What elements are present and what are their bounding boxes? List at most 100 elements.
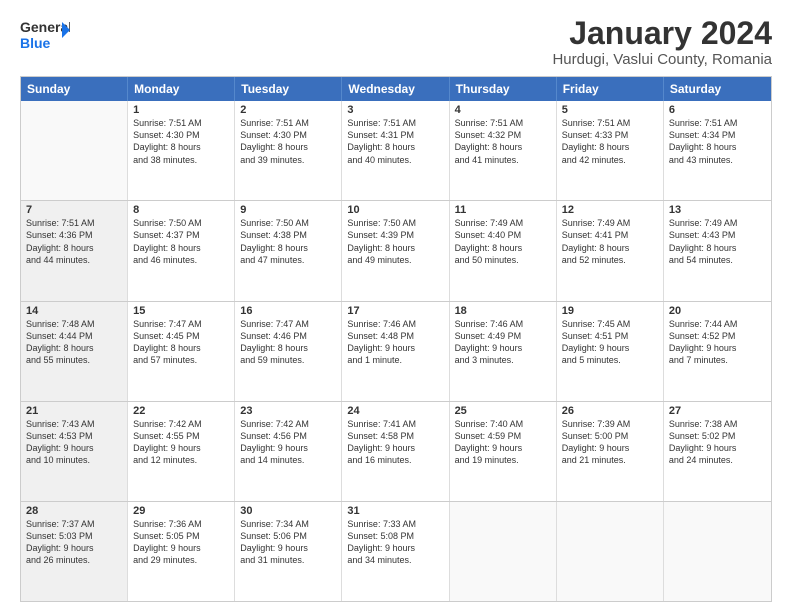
calendar-cell: 10Sunrise: 7:50 AMSunset: 4:39 PMDayligh… <box>342 201 449 300</box>
calendar-header-cell: Sunday <box>21 77 128 101</box>
calendar-cell: 24Sunrise: 7:41 AMSunset: 4:58 PMDayligh… <box>342 402 449 501</box>
calendar-cell: 21Sunrise: 7:43 AMSunset: 4:53 PMDayligh… <box>21 402 128 501</box>
cell-content: Sunrise: 7:49 AMSunset: 4:41 PMDaylight:… <box>562 217 658 266</box>
cell-content: Sunrise: 7:50 AMSunset: 4:39 PMDaylight:… <box>347 217 443 266</box>
calendar-header-cell: Tuesday <box>235 77 342 101</box>
day-number: 19 <box>562 305 658 317</box>
header: General Blue January 2024 Hurdugi, Vaslu… <box>20 16 772 68</box>
cell-content: Sunrise: 7:47 AMSunset: 4:46 PMDaylight:… <box>240 318 336 367</box>
day-number: 6 <box>669 104 766 116</box>
day-number: 18 <box>455 305 551 317</box>
day-number: 10 <box>347 204 443 216</box>
calendar-cell: 14Sunrise: 7:48 AMSunset: 4:44 PMDayligh… <box>21 302 128 401</box>
cell-content: Sunrise: 7:36 AMSunset: 5:05 PMDaylight:… <box>133 518 229 567</box>
calendar-cell <box>557 502 664 601</box>
calendar-cell: 6Sunrise: 7:51 AMSunset: 4:34 PMDaylight… <box>664 101 771 200</box>
day-number: 31 <box>347 505 443 517</box>
calendar-cell: 7Sunrise: 7:51 AMSunset: 4:36 PMDaylight… <box>21 201 128 300</box>
calendar-cell: 28Sunrise: 7:37 AMSunset: 5:03 PMDayligh… <box>21 502 128 601</box>
calendar-cell <box>450 502 557 601</box>
calendar-row: 1Sunrise: 7:51 AMSunset: 4:30 PMDaylight… <box>21 101 771 200</box>
calendar-cell: 13Sunrise: 7:49 AMSunset: 4:43 PMDayligh… <box>664 201 771 300</box>
cell-content: Sunrise: 7:42 AMSunset: 4:56 PMDaylight:… <box>240 418 336 467</box>
day-number: 5 <box>562 104 658 116</box>
cell-content: Sunrise: 7:44 AMSunset: 4:52 PMDaylight:… <box>669 318 766 367</box>
calendar-cell: 5Sunrise: 7:51 AMSunset: 4:33 PMDaylight… <box>557 101 664 200</box>
calendar-header-cell: Wednesday <box>342 77 449 101</box>
cell-content: Sunrise: 7:43 AMSunset: 4:53 PMDaylight:… <box>26 418 122 467</box>
main-title: January 2024 <box>552 16 772 51</box>
cell-content: Sunrise: 7:40 AMSunset: 4:59 PMDaylight:… <box>455 418 551 467</box>
day-number: 11 <box>455 204 551 216</box>
calendar-cell: 11Sunrise: 7:49 AMSunset: 4:40 PMDayligh… <box>450 201 557 300</box>
svg-text:Blue: Blue <box>20 35 51 51</box>
cell-content: Sunrise: 7:41 AMSunset: 4:58 PMDaylight:… <box>347 418 443 467</box>
day-number: 3 <box>347 104 443 116</box>
calendar-cell: 3Sunrise: 7:51 AMSunset: 4:31 PMDaylight… <box>342 101 449 200</box>
page: General Blue January 2024 Hurdugi, Vaslu… <box>0 0 792 612</box>
cell-content: Sunrise: 7:51 AMSunset: 4:36 PMDaylight:… <box>26 217 122 266</box>
calendar-cell: 4Sunrise: 7:51 AMSunset: 4:32 PMDaylight… <box>450 101 557 200</box>
day-number: 28 <box>26 505 122 517</box>
day-number: 7 <box>26 204 122 216</box>
calendar-cell: 30Sunrise: 7:34 AMSunset: 5:06 PMDayligh… <box>235 502 342 601</box>
cell-content: Sunrise: 7:46 AMSunset: 4:49 PMDaylight:… <box>455 318 551 367</box>
day-number: 16 <box>240 305 336 317</box>
cell-content: Sunrise: 7:45 AMSunset: 4:51 PMDaylight:… <box>562 318 658 367</box>
day-number: 27 <box>669 405 766 417</box>
cell-content: Sunrise: 7:39 AMSunset: 5:00 PMDaylight:… <box>562 418 658 467</box>
day-number: 29 <box>133 505 229 517</box>
calendar-cell <box>21 101 128 200</box>
day-number: 22 <box>133 405 229 417</box>
calendar-header-cell: Thursday <box>450 77 557 101</box>
cell-content: Sunrise: 7:42 AMSunset: 4:55 PMDaylight:… <box>133 418 229 467</box>
title-block: January 2024 Hurdugi, Vaslui County, Rom… <box>552 16 772 68</box>
calendar-cell: 2Sunrise: 7:51 AMSunset: 4:30 PMDaylight… <box>235 101 342 200</box>
calendar-cell: 27Sunrise: 7:38 AMSunset: 5:02 PMDayligh… <box>664 402 771 501</box>
day-number: 15 <box>133 305 229 317</box>
day-number: 4 <box>455 104 551 116</box>
logo-svg: General Blue <box>20 16 70 58</box>
cell-content: Sunrise: 7:50 AMSunset: 4:38 PMDaylight:… <box>240 217 336 266</box>
calendar-row: 28Sunrise: 7:37 AMSunset: 5:03 PMDayligh… <box>21 501 771 601</box>
calendar-cell: 22Sunrise: 7:42 AMSunset: 4:55 PMDayligh… <box>128 402 235 501</box>
calendar-cell: 16Sunrise: 7:47 AMSunset: 4:46 PMDayligh… <box>235 302 342 401</box>
calendar-cell: 31Sunrise: 7:33 AMSunset: 5:08 PMDayligh… <box>342 502 449 601</box>
day-number: 30 <box>240 505 336 517</box>
day-number: 1 <box>133 104 229 116</box>
cell-content: Sunrise: 7:33 AMSunset: 5:08 PMDaylight:… <box>347 518 443 567</box>
day-number: 9 <box>240 204 336 216</box>
cell-content: Sunrise: 7:49 AMSunset: 4:40 PMDaylight:… <box>455 217 551 266</box>
day-number: 21 <box>26 405 122 417</box>
day-number: 20 <box>669 305 766 317</box>
cell-content: Sunrise: 7:51 AMSunset: 4:31 PMDaylight:… <box>347 117 443 166</box>
calendar-cell: 17Sunrise: 7:46 AMSunset: 4:48 PMDayligh… <box>342 302 449 401</box>
calendar-header-cell: Monday <box>128 77 235 101</box>
calendar-cell: 26Sunrise: 7:39 AMSunset: 5:00 PMDayligh… <box>557 402 664 501</box>
calendar-cell: 23Sunrise: 7:42 AMSunset: 4:56 PMDayligh… <box>235 402 342 501</box>
cell-content: Sunrise: 7:50 AMSunset: 4:37 PMDaylight:… <box>133 217 229 266</box>
cell-content: Sunrise: 7:51 AMSunset: 4:33 PMDaylight:… <box>562 117 658 166</box>
cell-content: Sunrise: 7:51 AMSunset: 4:30 PMDaylight:… <box>133 117 229 166</box>
logo: General Blue <box>20 16 70 58</box>
day-number: 8 <box>133 204 229 216</box>
calendar-header-cell: Saturday <box>664 77 771 101</box>
calendar-cell <box>664 502 771 601</box>
calendar: SundayMondayTuesdayWednesdayThursdayFrid… <box>20 76 772 602</box>
day-number: 12 <box>562 204 658 216</box>
calendar-header-cell: Friday <box>557 77 664 101</box>
calendar-cell: 25Sunrise: 7:40 AMSunset: 4:59 PMDayligh… <box>450 402 557 501</box>
calendar-header-row: SundayMondayTuesdayWednesdayThursdayFrid… <box>21 77 771 101</box>
subtitle: Hurdugi, Vaslui County, Romania <box>552 51 772 68</box>
calendar-row: 7Sunrise: 7:51 AMSunset: 4:36 PMDaylight… <box>21 200 771 300</box>
calendar-cell: 20Sunrise: 7:44 AMSunset: 4:52 PMDayligh… <box>664 302 771 401</box>
day-number: 24 <box>347 405 443 417</box>
cell-content: Sunrise: 7:48 AMSunset: 4:44 PMDaylight:… <box>26 318 122 367</box>
day-number: 17 <box>347 305 443 317</box>
day-number: 14 <box>26 305 122 317</box>
cell-content: Sunrise: 7:46 AMSunset: 4:48 PMDaylight:… <box>347 318 443 367</box>
cell-content: Sunrise: 7:51 AMSunset: 4:32 PMDaylight:… <box>455 117 551 166</box>
calendar-cell: 1Sunrise: 7:51 AMSunset: 4:30 PMDaylight… <box>128 101 235 200</box>
calendar-cell: 18Sunrise: 7:46 AMSunset: 4:49 PMDayligh… <box>450 302 557 401</box>
day-number: 13 <box>669 204 766 216</box>
